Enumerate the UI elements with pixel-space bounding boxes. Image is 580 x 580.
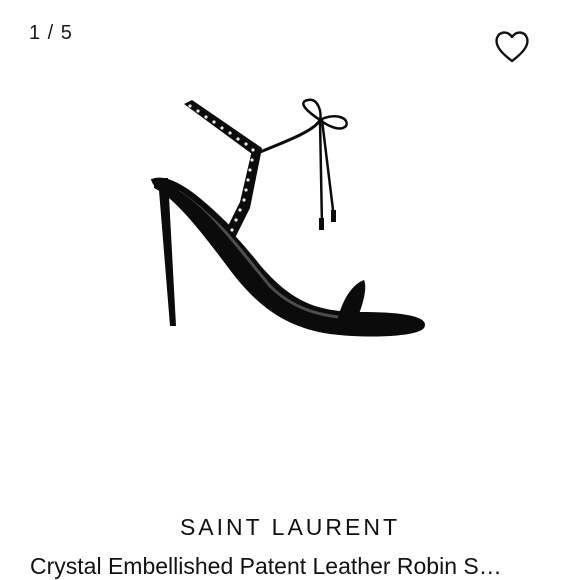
image-counter: 1 / 5 — [29, 22, 73, 44]
sandal-illustration — [150, 98, 426, 337]
heart-icon — [495, 31, 529, 63]
product-title[interactable]: Crystal Embellished Patent Leather Robin… — [30, 553, 555, 580]
wishlist-button[interactable] — [492, 28, 532, 64]
brand-name: SAINT LAURENT — [179, 514, 401, 540]
product-image[interactable] — [140, 90, 440, 350]
